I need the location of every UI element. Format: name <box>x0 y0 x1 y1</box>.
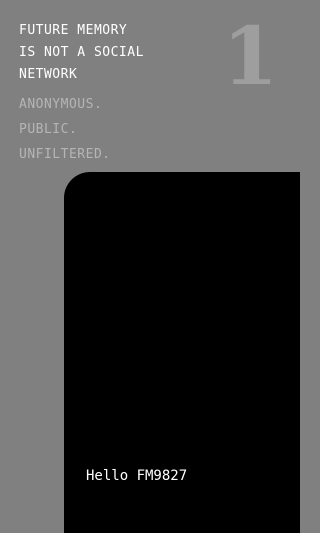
tagline-line-3: UNFILTERED. <box>19 147 111 162</box>
tagline-line-2: PUBLIC. <box>19 122 78 137</box>
headline-line-2: IS NOT A SOCIAL <box>19 45 144 60</box>
tagline: ANONYMOUS. PUBLIC. UNFILTERED. <box>19 92 111 167</box>
onboarding-screen: FUTURE MEMORY IS NOT A SOCIAL NETWORK AN… <box>0 0 300 533</box>
greeting-text: Hello FM9827 <box>86 468 188 484</box>
tagline-line-1: ANONYMOUS. <box>19 97 103 112</box>
page-number: 1 <box>222 9 278 103</box>
headline-line-3: NETWORK <box>19 67 78 82</box>
terminal-panel: Hello FM9827 <box>64 172 300 533</box>
headline-line-1: FUTURE MEMORY <box>19 23 128 38</box>
headline: FUTURE MEMORY IS NOT A SOCIAL NETWORK <box>19 20 144 86</box>
